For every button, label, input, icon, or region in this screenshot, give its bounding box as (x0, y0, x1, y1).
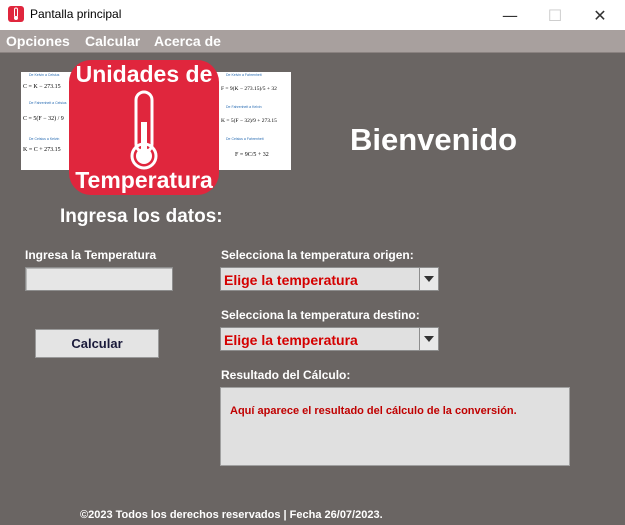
banner-title-line1: Unidades de (76, 61, 213, 87)
result-label: Resultado del Cálculo: (221, 368, 351, 382)
menu-acerca-de[interactable]: Acerca de (154, 33, 221, 49)
banner-formula: C = 5(F − 32) / 9 (23, 115, 64, 122)
chevron-down-icon (424, 276, 434, 282)
menu-opciones[interactable]: Opciones (6, 33, 70, 49)
maximize-button[interactable]: ☐ (532, 0, 578, 30)
banner-formula: F = 9C/5 + 32 (235, 152, 269, 158)
banner-caption: De Fahrenheit a Celsius (29, 101, 67, 105)
destination-select-value: Elige la temperatura (224, 332, 358, 348)
menu-bar: Opciones Calcular Acerca de (0, 30, 625, 53)
temperature-banner: De Kelvin a Celsius C = K − 273.15 De Fa… (21, 60, 291, 195)
window-titlebar: Pantalla principal — ☐ ✕ (0, 0, 625, 30)
result-text: Aquí aparece el resultado del cálculo de… (230, 405, 517, 417)
banner-caption: De Kelvin a Fahrenheit (226, 73, 262, 77)
banner-caption: De Fahrenheit a Kelvin (226, 105, 262, 109)
result-area[interactable]: Aquí aparece el resultado del cálculo de… (220, 387, 570, 466)
welcome-title: Bienvenido (350, 122, 518, 157)
banner-formula: C = K − 273.15 (23, 84, 61, 90)
form-heading: Ingresa los datos: (60, 206, 223, 227)
temperature-input-label: Ingresa la Temperatura (25, 248, 157, 262)
banner-caption: De Kelvin a Celsius (29, 73, 60, 77)
menu-calcular[interactable]: Calcular (85, 33, 140, 49)
banner-caption: De Celsius a Kelvin (29, 137, 59, 141)
banner-formula: F = 9(K − 273.15)/5 + 32 (221, 85, 277, 92)
app-icon (8, 6, 24, 22)
banner-formula: K = C + 273.15 (23, 147, 61, 153)
destination-select-arrow[interactable] (419, 328, 438, 350)
minimize-button[interactable]: — (487, 0, 533, 30)
calculate-button[interactable]: Calcular (35, 329, 159, 358)
origin-select-value: Elige la temperatura (224, 272, 358, 288)
destination-select[interactable]: Elige la temperatura (220, 327, 439, 351)
destination-select-label: Selecciona la temperatura destino: (221, 308, 420, 322)
origin-select-label: Selecciona la temperatura origen: (221, 248, 414, 262)
footer-copyright: ©2023 Todos los derechos reservados | Fe… (80, 509, 383, 521)
banner-caption: De Celsius a Fahrenheit (226, 137, 264, 141)
banner-title-line2: Temperatura (75, 167, 213, 193)
temperature-input[interactable] (25, 267, 173, 291)
banner-formula: K = 5(F − 32)/9 + 273.15 (221, 117, 277, 124)
window-title: Pantalla principal (30, 7, 122, 21)
origin-select-arrow[interactable] (419, 268, 438, 290)
chevron-down-icon (424, 336, 434, 342)
close-button[interactable]: ✕ (577, 0, 623, 30)
origin-select[interactable]: Elige la temperatura (220, 267, 439, 291)
